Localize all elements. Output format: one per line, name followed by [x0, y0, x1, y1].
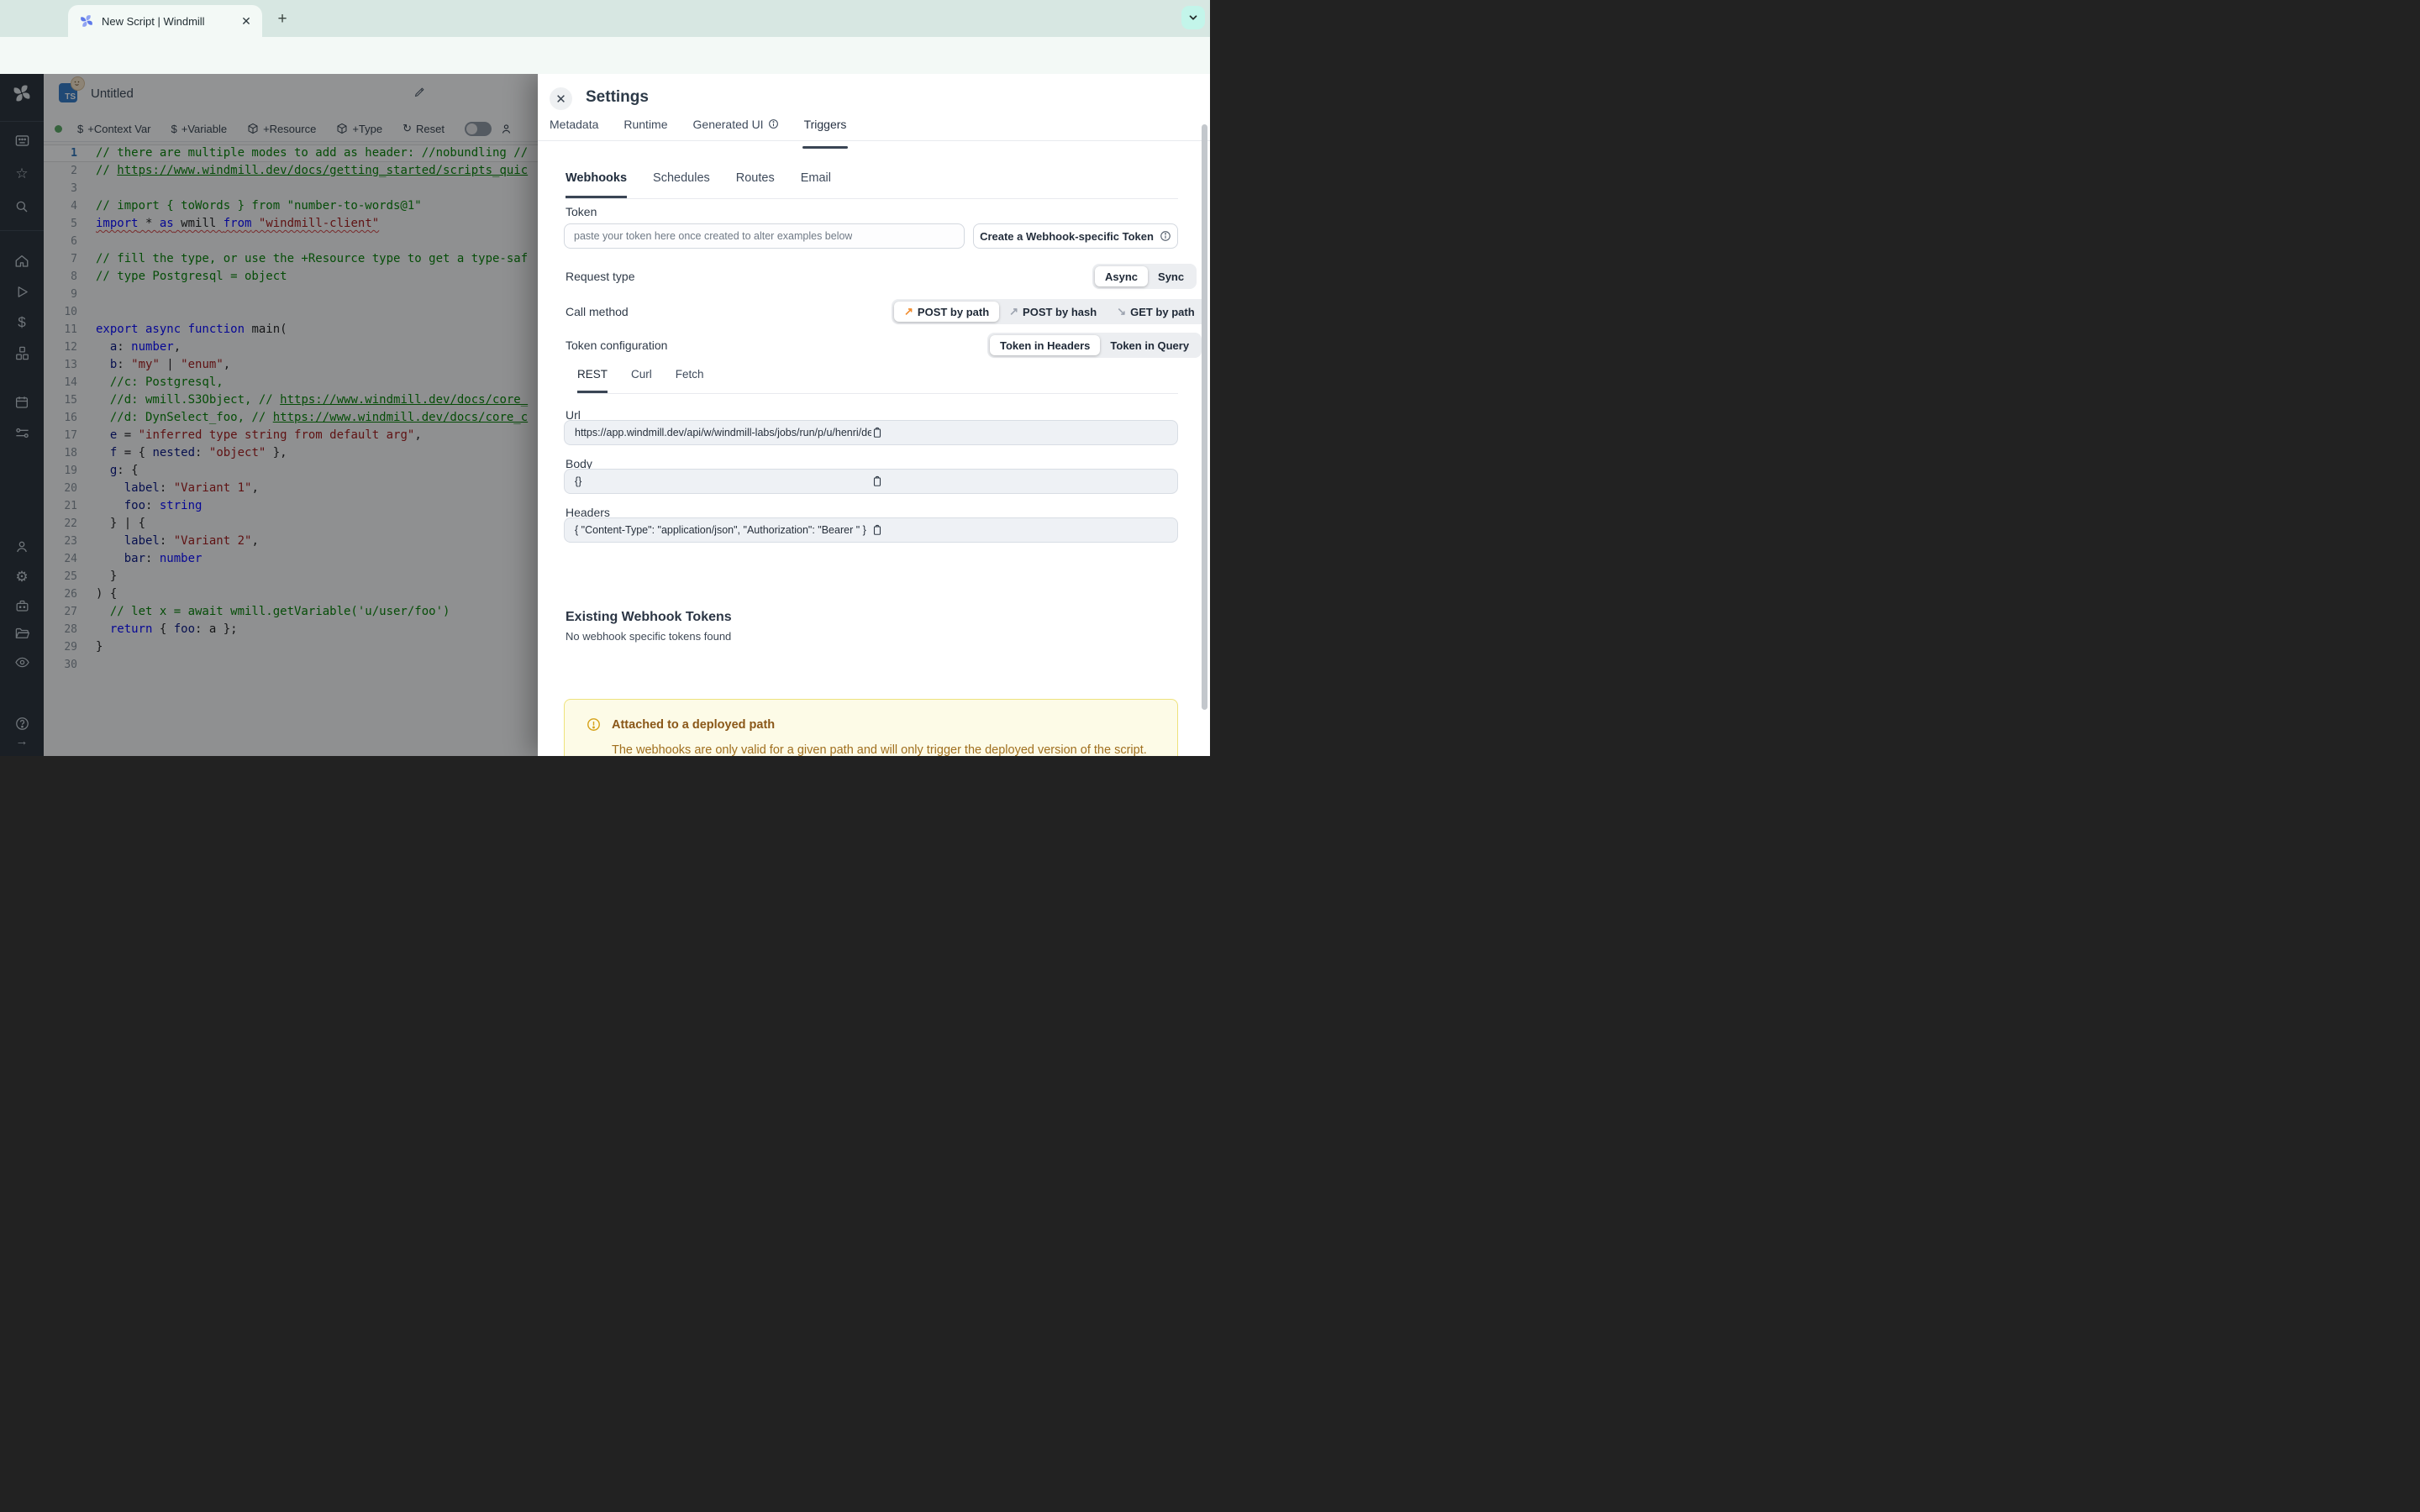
request-type-segment: Async Sync — [1092, 264, 1197, 289]
browser-window: New Script | Windmill ✕ + ← → ↻ app.wind… — [0, 0, 1210, 756]
drawer-scrollbar[interactable] — [1202, 124, 1207, 710]
example-tabs: REST Curl Fetch — [577, 368, 1178, 394]
body-field[interactable]: {} — [564, 469, 1178, 494]
token-in-headers[interactable]: Token in Headers — [990, 335, 1101, 355]
tab-runtime[interactable]: Runtime — [623, 118, 667, 140]
warning-icon — [587, 717, 601, 732]
trigger-tabs: Webhooks Schedules Routes Email — [566, 171, 1178, 199]
token-input[interactable]: paste your token here once created to al… — [564, 223, 965, 249]
url-field[interactable]: https://app.windmill.dev/api/w/windmill-… — [564, 420, 1178, 445]
request-type-sync[interactable]: Sync — [1148, 266, 1194, 286]
existing-tokens-empty: No webhook specific tokens found — [566, 630, 732, 643]
tab-strip: New Script | Windmill ✕ + — [0, 0, 1210, 37]
tab-routes[interactable]: Routes — [736, 171, 775, 198]
tab-title: New Script | Windmill — [102, 14, 205, 28]
windmill-favicon — [80, 14, 93, 28]
tab-schedules[interactable]: Schedules — [653, 171, 710, 198]
browser-toolbar: ← → ↻ app.windmill.dev/scripts/add#JTdCJ… — [0, 37, 1210, 102]
settings-drawer: ✕ Settings Metadata Runtime Generated UI… — [538, 74, 1210, 756]
arrow-up-right-icon: ↗ — [904, 305, 913, 318]
app-content: ☆ $ ⚙ → TS Untitled $ +Context Var $ +Va… — [0, 74, 1210, 756]
window-chevron-button[interactable] — [1181, 6, 1205, 29]
existing-tokens-title: Existing Webhook Tokens — [566, 610, 732, 624]
arrow-down-right-icon: ↘ — [1117, 305, 1127, 318]
tab-metadata[interactable]: Metadata — [550, 118, 598, 140]
settings-tabs: Metadata Runtime Generated UI Triggers — [538, 118, 1210, 149]
drawer-title: Settings — [586, 88, 649, 106]
tab-rest[interactable]: REST — [577, 368, 608, 393]
tab-close-icon[interactable]: ✕ — [239, 13, 254, 29]
call-method-segment: ↗ POST by path ↗ POST by hash ↘ GET by path — [892, 299, 1207, 324]
create-webhook-token-button[interactable]: Create a Webhook-specific Token — [973, 223, 1178, 249]
token-config-label: Token configuration — [566, 339, 668, 352]
headers-field[interactable]: { "Content-Type": "application/json", "A… — [564, 517, 1178, 543]
deployed-path-alert: Attached to a deployed path The webhooks… — [564, 699, 1178, 756]
call-method-get-by-path[interactable]: ↘ GET by path — [1107, 302, 1204, 322]
info-icon — [1160, 230, 1171, 242]
chevron-down-icon — [1189, 15, 1197, 20]
tab-fetch[interactable]: Fetch — [676, 368, 704, 393]
tab-generated-ui[interactable]: Generated UI — [693, 118, 779, 140]
call-method-post-by-path[interactable]: ↗ POST by path — [894, 302, 1000, 322]
copy-icon[interactable] — [871, 427, 1168, 438]
tab-webhooks[interactable]: Webhooks — [566, 171, 628, 198]
tab-triggers[interactable]: Triggers — [802, 118, 849, 149]
arrow-up-right-icon: ↗ — [1009, 305, 1019, 318]
token-config-segment: Token in Headers Token in Query — [987, 333, 1202, 358]
browser-tab[interactable]: New Script | Windmill ✕ — [68, 5, 262, 37]
tab-email[interactable]: Email — [801, 171, 831, 198]
request-type-label: Request type — [566, 270, 635, 283]
request-type-async[interactable]: Async — [1095, 266, 1149, 286]
tab-curl[interactable]: Curl — [631, 368, 652, 393]
new-tab-button[interactable]: + — [272, 9, 292, 29]
info-icon — [768, 118, 779, 129]
alert-body: The webhooks are only valid for a given … — [612, 743, 1147, 756]
close-icon[interactable]: ✕ — [550, 87, 572, 110]
token-in-query[interactable]: Token in Query — [1100, 335, 1199, 355]
call-method-label: Call method — [566, 305, 629, 318]
alert-title: Attached to a deployed path — [612, 718, 776, 732]
token-label: Token — [566, 205, 597, 218]
copy-icon[interactable] — [871, 475, 1168, 487]
call-method-post-by-hash[interactable]: ↗ POST by hash — [999, 302, 1107, 322]
copy-icon[interactable] — [871, 524, 1168, 536]
browser-chrome: New Script | Windmill ✕ + ← → ↻ app.wind… — [0, 0, 1210, 102]
